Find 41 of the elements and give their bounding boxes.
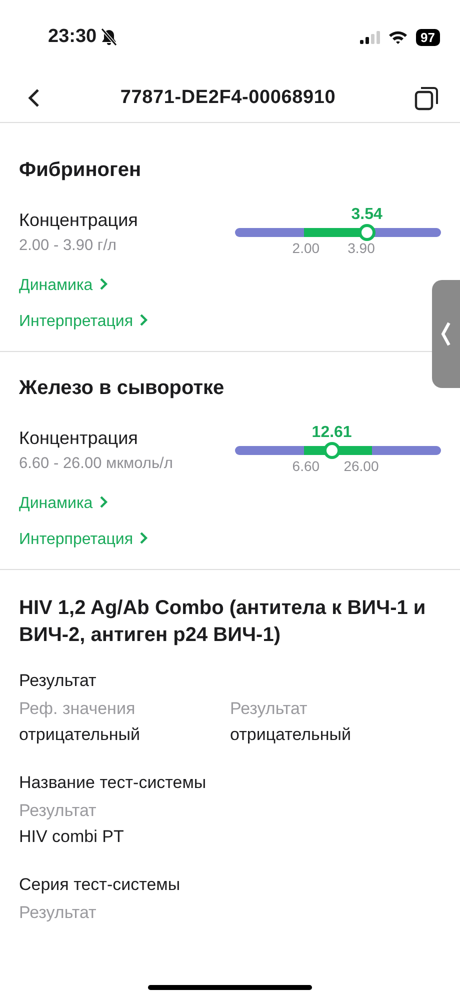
- link[interactable]: Интерпретация: [19, 313, 148, 331]
- chevron-right-icon: [139, 532, 148, 544]
- status-time: 23:30: [48, 26, 97, 48]
- chevron-left-icon: [440, 321, 452, 347]
- field-value: отрицательный: [230, 725, 352, 745]
- back-button[interactable]: [26, 88, 42, 108]
- link[interactable]: Интерпретация: [19, 531, 148, 549]
- reference-range: 6.60 - 26.00 мкмоль/л: [19, 455, 174, 473]
- link[interactable]: Динамика: [19, 495, 108, 513]
- field-label: Результат: [19, 903, 98, 923]
- parameter-name: Концентрация: [19, 428, 139, 449]
- field-label: Результат: [230, 699, 308, 719]
- section-title: Фибриноген: [19, 159, 142, 182]
- bell-muted-icon: [100, 28, 117, 46]
- result-value: 12.61: [312, 424, 352, 442]
- link[interactable]: Динамика: [19, 277, 108, 295]
- field-label: Реф. значения: [19, 699, 136, 719]
- chevron-right-icon: [99, 278, 108, 290]
- side-panel-handle[interactable]: [432, 280, 460, 388]
- range-high: 3.90: [346, 240, 376, 256]
- group-title: Серия тест-системы: [19, 875, 182, 895]
- section-title: HIV 1,2 Ag/Ab Combo (антитела к ВИЧ-1 и ВИЧ-2, антиген p24 ВИЧ-1): [19, 596, 427, 648]
- field-label: Результат: [19, 801, 98, 821]
- copy-button[interactable]: [414, 85, 440, 111]
- group-title: Название тест-системы: [19, 773, 208, 793]
- section-title: Железо в сыворотке: [19, 377, 226, 400]
- range-high: 26.00: [342, 458, 380, 474]
- field-value: HIV combi PT: [19, 827, 125, 847]
- result-value: 3.54: [351, 206, 382, 224]
- wifi-icon: [388, 30, 408, 44]
- chevron-right-icon: [99, 496, 108, 508]
- signal-icon: [360, 30, 380, 44]
- range-low: 6.60: [291, 458, 321, 474]
- range-low: 2.00: [291, 240, 321, 256]
- battery-level: 97: [416, 28, 440, 46]
- reference-range: 2.00 - 3.90 г/л: [19, 237, 118, 255]
- group-title: Результат: [19, 671, 98, 691]
- parameter-name: Концентрация: [19, 210, 139, 231]
- field-value: отрицательный: [19, 725, 142, 745]
- page-title: 77871-DE2F4-00068910: [119, 87, 337, 109]
- chevron-right-icon: [139, 314, 148, 326]
